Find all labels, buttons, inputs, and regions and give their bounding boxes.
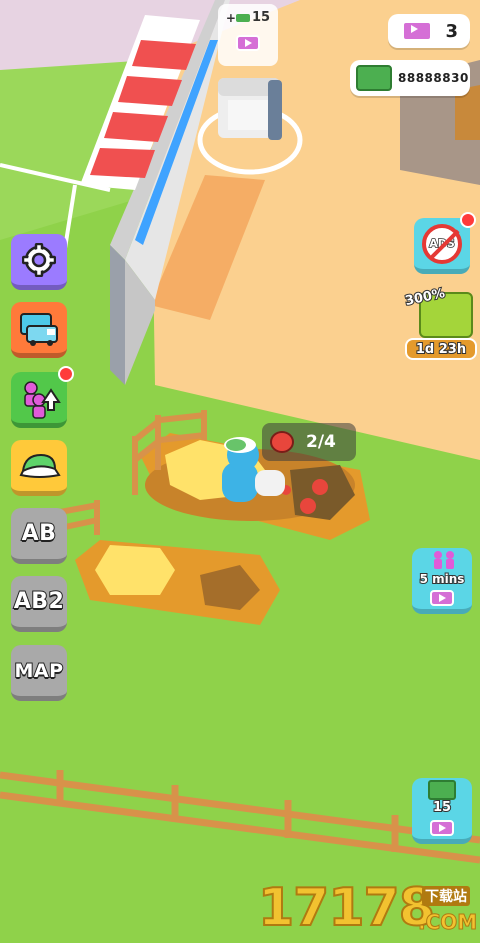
boost-timer: 1d 23h <box>405 338 477 360</box>
pickup-plus: + <box>225 10 236 25</box>
no-ads-icon: ADS <box>422 223 462 264</box>
watermark-sub: 下载站 <box>422 886 470 906</box>
tomato-icon <box>270 431 294 453</box>
cap-button[interactable] <box>11 440 67 496</box>
cash-reward-button[interactable]: 15 <box>412 778 472 844</box>
ticket-value: 3 <box>445 20 458 42</box>
cash-stack-icon <box>428 780 456 800</box>
money-counter[interactable]: 88888830 <box>350 60 470 96</box>
van-icon <box>20 312 58 346</box>
money-value: 88888830 <box>398 71 469 85</box>
workers-icon <box>434 551 454 569</box>
ab2-label: AB2 <box>13 588 65 615</box>
delivery-machine <box>218 78 282 140</box>
notification-dot <box>460 212 476 228</box>
boost-button[interactable]: 300% 1d 23h <box>403 285 477 360</box>
farm-plot-2 <box>75 540 280 625</box>
game-scene <box>0 0 480 864</box>
watermark: 17178 下载站 .COM <box>257 877 480 943</box>
cash-icon <box>235 13 250 22</box>
boost-timer-value: 1d 23h <box>415 341 467 358</box>
gear-icon <box>22 242 56 277</box>
cash-pickup-widget[interactable]: + 15 <box>218 4 278 66</box>
harvest-counter-value: 2/4 <box>306 432 336 452</box>
map-button[interactable]: MAP <box>11 645 67 701</box>
settings-button[interactable] <box>11 234 67 290</box>
ticket-icon <box>402 21 432 41</box>
notification-dot <box>58 366 74 382</box>
fence-bottom <box>0 770 480 864</box>
cap-icon <box>19 453 61 478</box>
cash-reward-value: 15 <box>432 799 452 816</box>
ticket-counter[interactable]: 3 <box>388 14 470 48</box>
watch-ad-icon <box>236 35 260 51</box>
watch-ad-icon <box>430 590 454 606</box>
watermark-number: 17178 <box>257 877 436 939</box>
ab-label: AB <box>21 520 57 547</box>
harvest-counter: 2/4 <box>262 423 356 461</box>
pickup-value: 15 <box>251 10 271 25</box>
map-label: MAP <box>13 659 64 683</box>
watch-ad-icon <box>430 820 454 836</box>
worker-upgrade-button[interactable] <box>11 372 67 428</box>
watermark-domain: .COM <box>417 910 478 935</box>
cash-stack-icon <box>356 65 392 91</box>
ab-button[interactable]: AB <box>11 508 67 564</box>
ab2-button[interactable]: AB2 <box>11 576 67 632</box>
worker-upgrade-icon <box>24 380 61 419</box>
workers-speed-label: 5 mins <box>419 571 466 587</box>
vehicle-button[interactable] <box>11 302 67 358</box>
workers-speed-button[interactable]: 5 mins <box>412 548 472 614</box>
no-ads-button[interactable]: ADS <box>414 218 470 274</box>
